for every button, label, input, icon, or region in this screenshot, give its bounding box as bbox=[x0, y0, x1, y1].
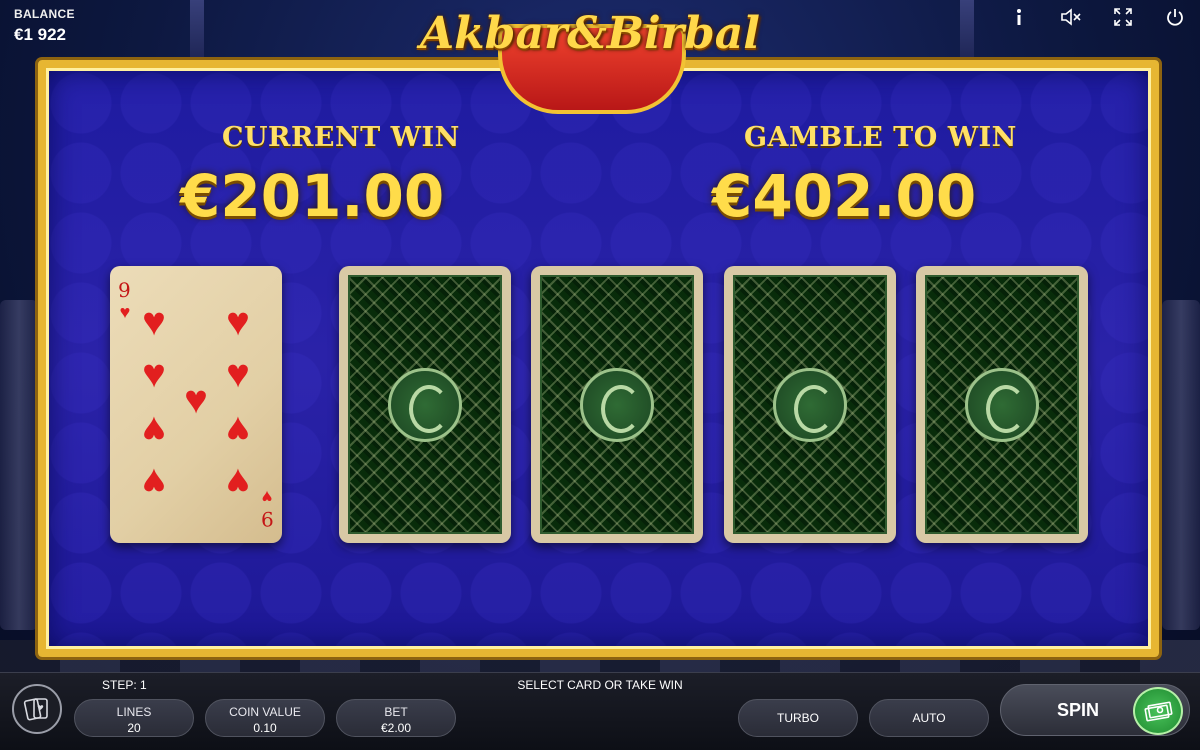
coin-value-label: COIN VALUE bbox=[229, 705, 301, 719]
game-logo: Akbar&Birbal bbox=[390, 4, 790, 114]
heart-icon: ♥ bbox=[226, 352, 250, 396]
bet-value: €2.00 bbox=[380, 721, 412, 735]
balance-value: €1 922 bbox=[14, 25, 66, 44]
current-win-value: €201.00 bbox=[180, 162, 445, 230]
card-back-pattern bbox=[348, 275, 502, 534]
heart-icon: ♥ bbox=[184, 378, 208, 422]
spin-label: SPIN bbox=[1057, 700, 1100, 720]
heart-icon: ♥ bbox=[226, 460, 250, 504]
bet-label: BET bbox=[384, 705, 408, 719]
heart-icon: ♥ bbox=[119, 302, 131, 322]
gamble-to-win-label: GAMBLE TO WIN bbox=[744, 122, 1017, 153]
card-back-pattern bbox=[540, 275, 694, 534]
power-icon[interactable] bbox=[1164, 6, 1186, 28]
heart-icon: ♥ bbox=[142, 352, 166, 396]
heart-icon: ♥ bbox=[226, 300, 250, 344]
heart-icon: ♥ bbox=[142, 460, 166, 504]
lines-label: LINES bbox=[116, 705, 152, 719]
balance-label: BALANCE bbox=[14, 7, 75, 21]
face-down-card-1[interactable] bbox=[339, 266, 511, 543]
background-railing bbox=[0, 300, 38, 630]
heart-icon: ♥ bbox=[142, 408, 166, 452]
background-railing bbox=[1162, 300, 1200, 630]
heart-icon: ♥ bbox=[142, 300, 166, 344]
info-icon[interactable] bbox=[1008, 6, 1030, 28]
gamble-to-win-value: €402.00 bbox=[712, 162, 977, 230]
card-emblem-icon bbox=[965, 367, 1039, 442]
face-down-card-2[interactable] bbox=[531, 266, 703, 543]
spin-button[interactable]: SPIN bbox=[1000, 684, 1190, 736]
playing-cards-icon bbox=[23, 698, 48, 721]
heart-icon: ♥ bbox=[261, 487, 273, 507]
fullscreen-icon[interactable] bbox=[1112, 6, 1134, 28]
logo-text: Akbar&Birbal bbox=[420, 8, 760, 59]
revealed-card-nine-of-hearts: 9 ♥ 9 ♥ ♥ ♥ ♥ ♥ ♥ ♥ ♥ ♥ ♥ bbox=[110, 266, 282, 543]
lines-button[interactable]: LINES 20 bbox=[74, 699, 194, 737]
top-icon-bar bbox=[1008, 6, 1186, 28]
card-emblem-icon bbox=[773, 367, 847, 442]
auto-button[interactable]: AUTO bbox=[869, 699, 989, 737]
card-emblem-icon bbox=[388, 367, 462, 442]
mute-icon[interactable] bbox=[1060, 6, 1082, 28]
card-emblem-icon bbox=[580, 367, 654, 442]
coin-value-button[interactable]: COIN VALUE 0.10 bbox=[205, 699, 325, 737]
money-stack-icon bbox=[1133, 687, 1183, 735]
card-rank-bottom: 9 bbox=[261, 507, 274, 531]
current-win-label: CURRENT WIN bbox=[222, 122, 460, 153]
face-down-card-3[interactable] bbox=[724, 266, 896, 543]
lines-value: 20 bbox=[127, 721, 141, 735]
turbo-button[interactable]: TURBO bbox=[738, 699, 858, 737]
card-rank-top: 9 bbox=[118, 278, 131, 302]
card-back-pattern bbox=[733, 275, 887, 534]
gamble-cards-button[interactable] bbox=[12, 684, 62, 734]
heart-icon: ♥ bbox=[226, 408, 250, 452]
card-back-pattern bbox=[925, 275, 1079, 534]
bet-button[interactable]: BET €2.00 bbox=[336, 699, 456, 737]
coin-value-value: 0.10 bbox=[253, 721, 277, 735]
face-down-card-4[interactable] bbox=[916, 266, 1088, 543]
